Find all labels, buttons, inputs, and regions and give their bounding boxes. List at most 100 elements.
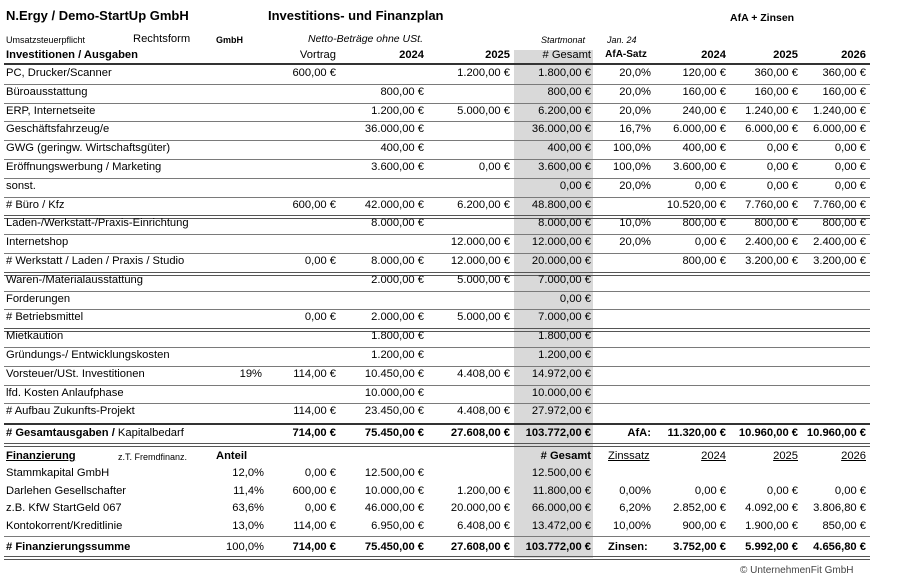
- row-label: lfd. Kosten Anlaufphase: [6, 386, 124, 399]
- row-vortrag: 114,00 €: [293, 367, 336, 380]
- fin-row-gesamt: 13.472,00 €: [531, 519, 591, 532]
- plan-title: Investitions- und Finanzplan: [268, 8, 444, 23]
- header-rule: [4, 63, 870, 65]
- row-afa-2025: 3.200,00 €: [745, 255, 798, 267]
- afa-total-2025: 10.960,00 €: [738, 427, 798, 439]
- row-afa-2024: 6.000,00 €: [673, 123, 726, 136]
- row-afa-satz: 100,0%: [613, 161, 651, 173]
- row-afa-2024: 240,00 €: [682, 104, 726, 117]
- company-name: N.Ergy / Demo-StartUp GmbH: [6, 8, 189, 23]
- row-gesamt: 1.200,00 €: [538, 349, 591, 361]
- row-label: # Werkstatt / Laden / Praxis / Studio: [6, 255, 185, 267]
- row-vortrag: 0,00 €: [304, 311, 336, 324]
- row-label: Internetshop: [6, 236, 69, 249]
- row-afa-2026: 0,00 €: [834, 161, 866, 173]
- fin-row-zins-2024: 900,00 €: [682, 519, 726, 532]
- row-label: Geschäftsfahrzeug/e: [6, 123, 110, 136]
- row-afa-2026: 360,00 €: [822, 67, 866, 79]
- row-label: Eröffnungswerbung / Marketing: [6, 161, 162, 173]
- spreadsheet: N.Ergy / Demo-StartUp GmbH Investitions-…: [0, 0, 907, 582]
- invest-header-label: Investitionen / Ausgaben: [6, 49, 138, 61]
- fin-header-gesamt: # Gesamt: [540, 450, 591, 462]
- col-vortrag: Vortrag: [299, 49, 336, 61]
- row-2024: 3.600,00 €: [371, 161, 424, 173]
- fin-row-zins-2025: 0,00 €: [766, 484, 798, 497]
- row-gesamt: 0,00 €: [559, 292, 591, 305]
- row-afa-satz: 20,0%: [619, 104, 651, 117]
- zins-total-label: Zinsen:: [608, 541, 648, 553]
- legal-form-value: GmbH: [216, 35, 243, 45]
- fin-total-rule-top: [4, 536, 870, 537]
- fin-total-gesamt: 103.772,00 €: [525, 541, 591, 553]
- col-gesamt: # Gesamt: [542, 49, 592, 61]
- row-afa-2025: 360,00 €: [754, 67, 798, 79]
- copyright: © UnternehmenFit GmbH: [740, 565, 854, 576]
- row-label: sonst.: [6, 179, 36, 192]
- row-2024: 1.200,00 €: [371, 349, 424, 361]
- invest-total-vortrag: 714,00 €: [292, 427, 336, 439]
- row-afa-satz: 20,0%: [619, 179, 651, 192]
- row-afa-2026: 7.760,00 €: [813, 198, 866, 211]
- row-2025: 5.000,00 €: [457, 311, 510, 324]
- row-afa-2025: 0,00 €: [766, 142, 798, 155]
- row-label: Laden-/Werkstatt-/Praxis-Einrichtung: [6, 217, 189, 230]
- fin-row-2025: 20.000,00 €: [450, 502, 510, 514]
- row-gesamt: 48.800,00 €: [531, 198, 591, 211]
- col-afa-2026: 2026: [841, 49, 866, 61]
- row-afa-2024: 0,00 €: [694, 236, 726, 249]
- fin-row-zins-2026: 3.806,80 €: [813, 502, 866, 514]
- row-afa-2026: 0,00 €: [834, 179, 866, 192]
- row-2025: 4.408,00 €: [457, 367, 510, 380]
- fin-row-vortrag: 0,00 €: [304, 502, 336, 514]
- row-gesamt: 14.972,00 €: [531, 367, 591, 380]
- invest-total-2024: 75.450,00 €: [364, 427, 424, 439]
- row-afa-2025: 0,00 €: [766, 179, 798, 192]
- fin-header-zinssatz: Zinssatz: [608, 450, 650, 462]
- fin-header-2026: 2026: [841, 450, 866, 462]
- row-label: Mietkaution: [6, 330, 64, 343]
- fin-row-zinssatz: 6,20%: [619, 502, 651, 514]
- row-afa-2026: 0,00 €: [834, 142, 866, 155]
- fin-row-anteil: 11,4%: [233, 484, 264, 497]
- row-gesamt: 1.800,00 €: [538, 67, 591, 79]
- row-afa-satz: 20,0%: [619, 85, 651, 98]
- row-afa-2026: 6.000,00 €: [813, 123, 866, 136]
- row-afa-2025: 160,00 €: [754, 85, 798, 98]
- row-vortrag: 0,00 €: [304, 255, 336, 267]
- start-label: Startmonat: [541, 35, 586, 45]
- invest-total-2025: 27.608,00 €: [450, 427, 510, 439]
- fin-row-gesamt: 11.800,00 €: [532, 484, 591, 497]
- row-afa-2024: 10.520,00 €: [666, 198, 726, 211]
- fin-header-label: Finanzierung: [6, 450, 76, 462]
- fin-total-vortrag: 714,00 €: [292, 541, 336, 553]
- row-gesamt: 8.000,00 €: [538, 217, 591, 230]
- row-label: GWG (geringw. Wirtschaftsgüter): [6, 142, 171, 155]
- row-afa-2024: 800,00 €: [682, 255, 726, 267]
- row-2024: 1.800,00 €: [371, 330, 424, 343]
- row-afa-2025: 0,00 €: [766, 161, 798, 173]
- row-gesamt: 3.600,00 €: [538, 161, 591, 173]
- row-2024: 42.000,00 €: [364, 198, 424, 211]
- row-pct: 19%: [239, 367, 262, 380]
- row-2024: 8.000,00 €: [371, 255, 424, 267]
- fin-total-rule-bottom: [4, 556, 870, 560]
- row-afa-satz: 20,0%: [619, 236, 651, 249]
- row-afa-2024: 120,00 €: [682, 67, 726, 79]
- net-note: Netto-Beträge ohne USt.: [308, 33, 423, 45]
- row-afa-satz: 16,7%: [619, 123, 651, 136]
- row-gesamt: 10.000,00 €: [531, 386, 591, 399]
- row-2024: 23.450,00 €: [364, 405, 424, 418]
- row-label: # Büro / Kfz: [6, 198, 65, 211]
- row-2025: 4.408,00 €: [457, 405, 510, 418]
- row-2024: 8.000,00 €: [371, 217, 424, 230]
- row-gesamt: 27.972,00 €: [531, 405, 591, 418]
- row-afa-2026: 2.400,00 €: [813, 236, 866, 249]
- tax-label: Umsatzsteuerpflicht: [6, 35, 86, 45]
- row-gesamt: 12.000,00 €: [531, 236, 591, 249]
- col-afa-2025: 2025: [773, 49, 798, 61]
- row-gesamt: 7.000,00 €: [538, 311, 591, 324]
- zins-total-2024: 3.752,00 €: [673, 541, 726, 553]
- fin-row-zinssatz: 0,00%: [619, 484, 651, 497]
- fin-row-gesamt: 12.500,00 €: [531, 467, 591, 479]
- fin-row-2024: 6.950,00 €: [371, 519, 424, 532]
